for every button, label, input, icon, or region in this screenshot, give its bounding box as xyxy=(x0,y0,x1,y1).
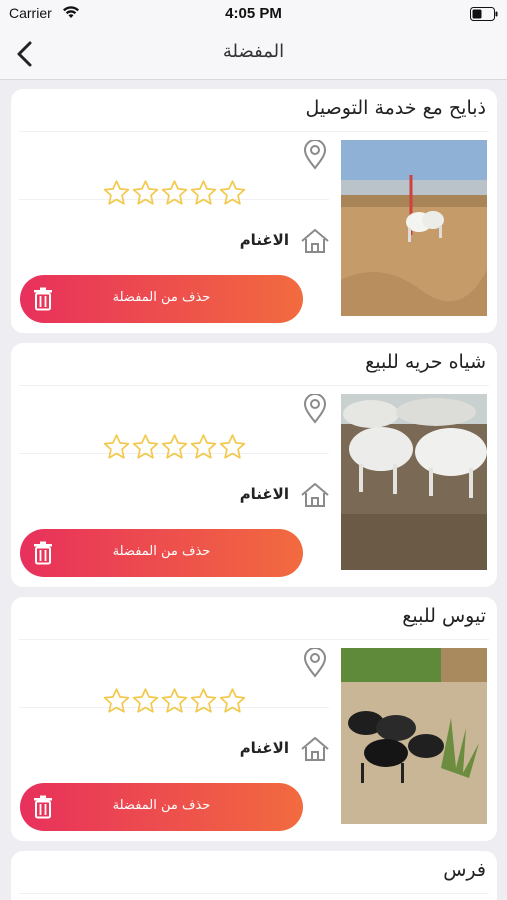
star-icon[interactable] xyxy=(102,178,131,212)
category-label: الاغنام xyxy=(239,231,289,249)
remove-label: حذف من المفضلة xyxy=(112,290,211,305)
location-pin-icon[interactable] xyxy=(302,139,328,174)
star-icon[interactable] xyxy=(218,686,247,720)
divider xyxy=(19,385,489,386)
remove-label: حذف من المفضلة xyxy=(112,798,211,813)
category-label: الاغنام xyxy=(239,739,289,757)
remove-label: حذف من المفضلة xyxy=(112,544,211,559)
favorite-card[interactable]: شياه حريه للبيع الاغنام حذف من المفضلة xyxy=(11,343,497,587)
remove-from-favorites-button[interactable]: حذف من المفضلة xyxy=(20,529,303,577)
category-label: الاغنام xyxy=(239,485,289,503)
favorites-list[interactable]: ذبايح مع خدمة التوصيل الاغنام حذف من الم… xyxy=(0,80,507,900)
remove-from-favorites-button[interactable]: حذف من المفضلة xyxy=(20,275,303,323)
star-icon[interactable] xyxy=(160,178,189,212)
remove-from-favorites-button[interactable]: حذف من المفضلة xyxy=(20,783,303,831)
house-icon xyxy=(300,228,330,258)
listing-photo[interactable] xyxy=(341,394,487,570)
navigation-bar: المفضلة xyxy=(0,28,507,80)
clock: 4:05 PM xyxy=(225,5,282,22)
rating-stars[interactable] xyxy=(102,178,247,212)
house-icon xyxy=(300,736,330,766)
star-icon[interactable] xyxy=(131,432,160,466)
divider xyxy=(19,639,489,640)
star-icon[interactable] xyxy=(218,432,247,466)
star-icon[interactable] xyxy=(131,686,160,720)
listing-photo[interactable] xyxy=(341,648,487,824)
star-icon[interactable] xyxy=(160,686,189,720)
house-icon xyxy=(300,482,330,512)
listing-title[interactable]: فرس xyxy=(443,859,486,881)
listing-photo[interactable] xyxy=(341,140,487,316)
rating-stars[interactable] xyxy=(102,432,247,466)
listing-title[interactable]: ذبايح مع خدمة التوصيل xyxy=(306,97,486,119)
star-icon[interactable] xyxy=(102,432,131,466)
favorite-card[interactable]: ذبايح مع خدمة التوصيل الاغنام حذف من الم… xyxy=(11,89,497,333)
star-icon[interactable] xyxy=(189,686,218,720)
location-pin-icon[interactable] xyxy=(302,647,328,682)
location-pin-icon[interactable] xyxy=(302,393,328,428)
star-icon[interactable] xyxy=(189,178,218,212)
rating-stars[interactable] xyxy=(102,686,247,720)
favorite-card[interactable]: فرس xyxy=(11,851,497,900)
divider xyxy=(19,131,489,132)
star-icon[interactable] xyxy=(131,178,160,212)
star-icon[interactable] xyxy=(218,178,247,212)
listing-title[interactable]: شياه حريه للبيع xyxy=(365,351,486,373)
star-icon[interactable] xyxy=(160,432,189,466)
divider xyxy=(19,893,489,894)
page-title: المفضلة xyxy=(222,41,285,62)
listing-title[interactable]: تيوس للبيع xyxy=(402,605,486,627)
star-icon[interactable] xyxy=(189,432,218,466)
battery-icon xyxy=(470,6,498,25)
favorite-card[interactable]: تيوس للبيع الاغنام حذف من المفضلة xyxy=(11,597,497,841)
star-icon[interactable] xyxy=(102,686,131,720)
status-bar: Carrier 4:05 PM xyxy=(0,0,507,28)
